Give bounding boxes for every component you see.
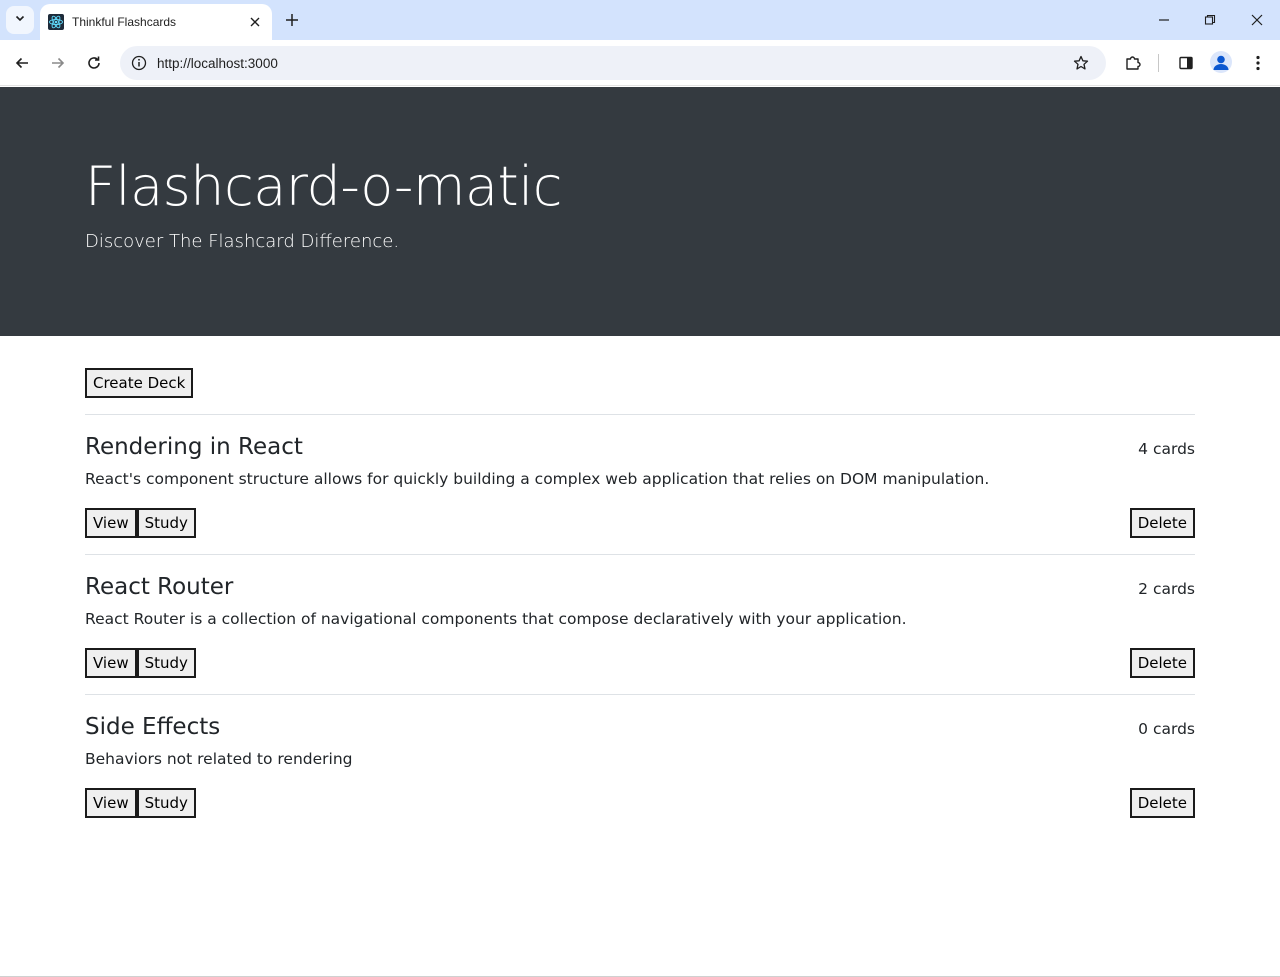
browser-toolbar: http://localhost:3000 — [0, 40, 1280, 86]
study-deck-button[interactable]: Study — [136, 508, 196, 538]
deck-card-count: 4 cards — [1138, 440, 1195, 458]
restore-icon[interactable] — [1198, 8, 1222, 32]
deck-name: Side Effects — [85, 714, 221, 740]
profile-avatar-icon[interactable] — [1210, 51, 1232, 73]
delete-deck-button[interactable]: Delete — [1129, 508, 1195, 538]
chevron-down-icon — [14, 11, 26, 29]
deck-list-container: Create Deck Rendering in React 4 cards R… — [85, 368, 1195, 835]
forward-arrow-icon[interactable] — [46, 51, 70, 75]
study-deck-button[interactable]: Study — [136, 788, 196, 818]
tab-title: Thinkful Flashcards — [72, 15, 177, 29]
browser-tab[interactable]: Thinkful Flashcards — [40, 4, 272, 40]
deck-card-count: 0 cards — [1138, 720, 1195, 738]
deck-description: React's component structure allows for q… — [85, 470, 990, 488]
back-arrow-icon[interactable] — [10, 51, 34, 75]
page-title: Flashcard-o-matic — [85, 155, 562, 218]
study-deck-button[interactable]: Study — [136, 648, 196, 678]
kebab-menu-icon[interactable] — [1246, 51, 1270, 75]
extensions-puzzle-icon[interactable] — [1121, 51, 1145, 75]
address-bar[interactable]: http://localhost:3000 — [120, 46, 1106, 80]
view-deck-button[interactable]: View — [85, 508, 137, 538]
deck-actions: View Study — [85, 508, 196, 538]
bookmark-star-icon[interactable] — [1064, 46, 1098, 80]
view-deck-button[interactable]: View — [85, 788, 137, 818]
deck-card: Side Effects 0 cards Behaviors not relat… — [85, 695, 1195, 835]
create-deck-button[interactable]: Create Deck — [85, 368, 194, 398]
deck-description: Behaviors not related to rendering — [85, 750, 353, 768]
view-deck-button[interactable]: View — [85, 648, 137, 678]
browser-tab-strip: Thinkful Flashcards — [0, 0, 1280, 40]
minimize-icon[interactable] — [1152, 8, 1176, 32]
delete-deck-button[interactable]: Delete — [1129, 788, 1195, 818]
deck-description: React Router is a collection of navigati… — [85, 610, 907, 628]
deck-card-count: 2 cards — [1138, 580, 1195, 598]
delete-deck-button[interactable]: Delete — [1129, 648, 1195, 678]
side-panel-icon[interactable] — [1174, 51, 1198, 75]
site-info-icon[interactable] — [122, 46, 156, 80]
new-tab-plus-icon[interactable] — [280, 8, 304, 32]
hero-banner: Flashcard-o-matic Discover The Flashcard… — [0, 87, 1280, 336]
deck-name: React Router — [85, 574, 234, 600]
deck-actions: View Study — [85, 788, 196, 818]
deck-name: Rendering in React — [85, 434, 303, 460]
deck-card: React Router 2 cards React Router is a c… — [85, 555, 1195, 695]
deck-card: Rendering in React 4 cards React's compo… — [85, 415, 1195, 555]
deck-delete-actions: Delete — [1129, 508, 1195, 538]
deck-actions: View Study — [85, 648, 196, 678]
deck-delete-actions: Delete — [1129, 788, 1195, 818]
tab-search-button[interactable] — [6, 6, 34, 34]
close-window-icon[interactable] — [1245, 8, 1269, 32]
close-tab-icon[interactable] — [246, 13, 264, 31]
address-url[interactable]: http://localhost:3000 — [157, 56, 1064, 71]
reload-icon[interactable] — [82, 51, 106, 75]
react-atom-icon — [48, 14, 64, 30]
deck-delete-actions: Delete — [1129, 648, 1195, 678]
toolbar-divider — [1158, 54, 1159, 72]
page-subtitle: Discover The Flashcard Difference. — [85, 231, 400, 252]
